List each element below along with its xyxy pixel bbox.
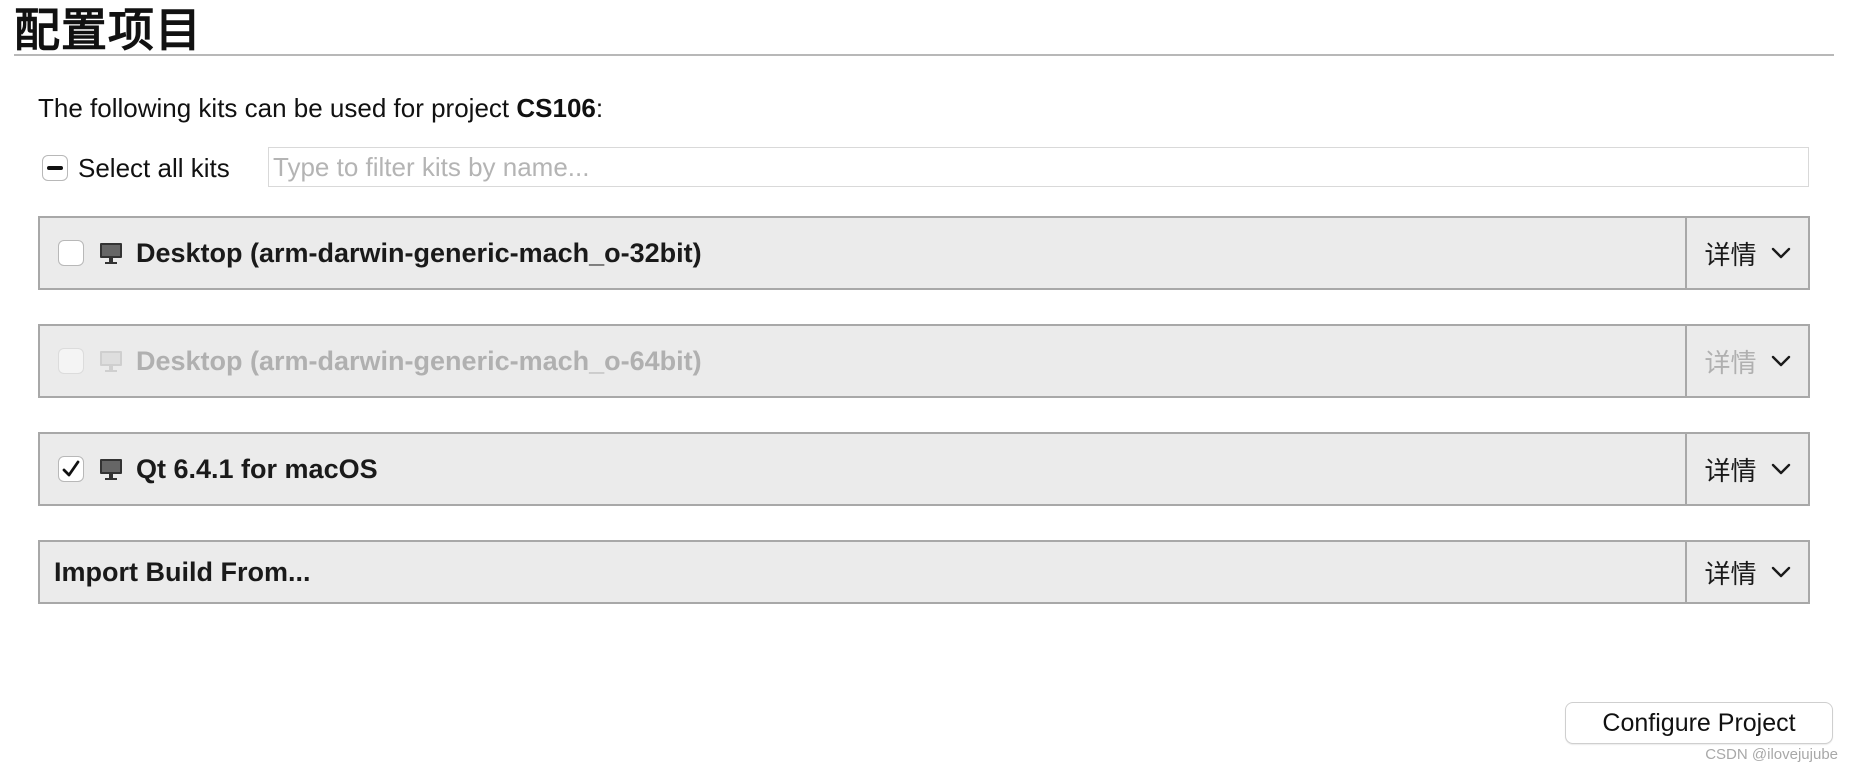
page-title: 配置项目: [14, 3, 202, 57]
details-label: 详情: [1704, 456, 1757, 487]
chevron-down-icon: [1771, 566, 1790, 578]
kit-checkbox[interactable]: [58, 240, 84, 266]
details-label: 详情: [1704, 559, 1757, 590]
chevron-down-icon: [1771, 463, 1790, 475]
kit-row: Desktop (arm-darwin-generic-mach_o-32bit…: [38, 216, 1810, 290]
kit-row-main[interactable]: Desktop (arm-darwin-generic-mach_o-32bit…: [40, 218, 1685, 288]
kit-row-main: Desktop (arm-darwin-generic-mach_o-64bit…: [40, 326, 1685, 396]
configure-project-button[interactable]: Configure Project: [1565, 702, 1833, 744]
intro-text: The following kits can be used for proje…: [38, 90, 603, 126]
kit-name: Desktop (arm-darwin-generic-mach_o-64bit…: [136, 345, 702, 376]
import-build-details-button[interactable]: 详情: [1685, 542, 1808, 602]
select-all-label: Select all kits: [78, 152, 230, 183]
kit-name: Qt 6.4.1 for macOS: [136, 453, 378, 484]
select-all-checkbox[interactable]: [42, 155, 68, 181]
details-label: 详情: [1704, 240, 1757, 271]
checkmark-icon: [62, 460, 80, 477]
monitor-icon: [98, 348, 124, 374]
intro-prefix: The following kits can be used for proje…: [38, 93, 517, 123]
kit-details-button[interactable]: 详情: [1685, 434, 1808, 504]
kit-filter-input[interactable]: [268, 147, 1809, 187]
select-all-kits[interactable]: Select all kits: [42, 152, 230, 184]
chevron-down-icon: [1771, 355, 1790, 367]
chevron-down-icon: [1771, 247, 1790, 259]
title-divider: [14, 54, 1834, 56]
import-build-row: Import Build From... 详情: [38, 540, 1810, 604]
kit-checkbox[interactable]: [58, 456, 84, 482]
monitor-icon: [98, 240, 124, 266]
kit-row-main[interactable]: Qt 6.4.1 for macOS: [40, 434, 1685, 504]
monitor-icon: [98, 456, 124, 482]
import-build-main[interactable]: Import Build From...: [40, 542, 1685, 602]
intro-suffix: :: [595, 93, 604, 123]
configure-project-page: 配置项目 The following kits can be used for …: [0, 0, 1854, 774]
kit-checkbox: [58, 348, 84, 374]
kit-row: Qt 6.4.1 for macOS 详情: [38, 432, 1810, 506]
watermark: CSDN @ilovejujube: [1705, 746, 1838, 763]
kit-details-button[interactable]: 详情: [1685, 218, 1808, 288]
kit-row: Desktop (arm-darwin-generic-mach_o-64bit…: [38, 324, 1810, 398]
details-label: 详情: [1704, 348, 1757, 379]
kit-details-button: 详情: [1685, 326, 1808, 396]
kit-name: Desktop (arm-darwin-generic-mach_o-32bit…: [136, 237, 702, 268]
partial-check-icon: [47, 166, 63, 170]
import-build-label: Import Build From...: [54, 556, 311, 587]
project-name: CS106: [516, 93, 596, 123]
